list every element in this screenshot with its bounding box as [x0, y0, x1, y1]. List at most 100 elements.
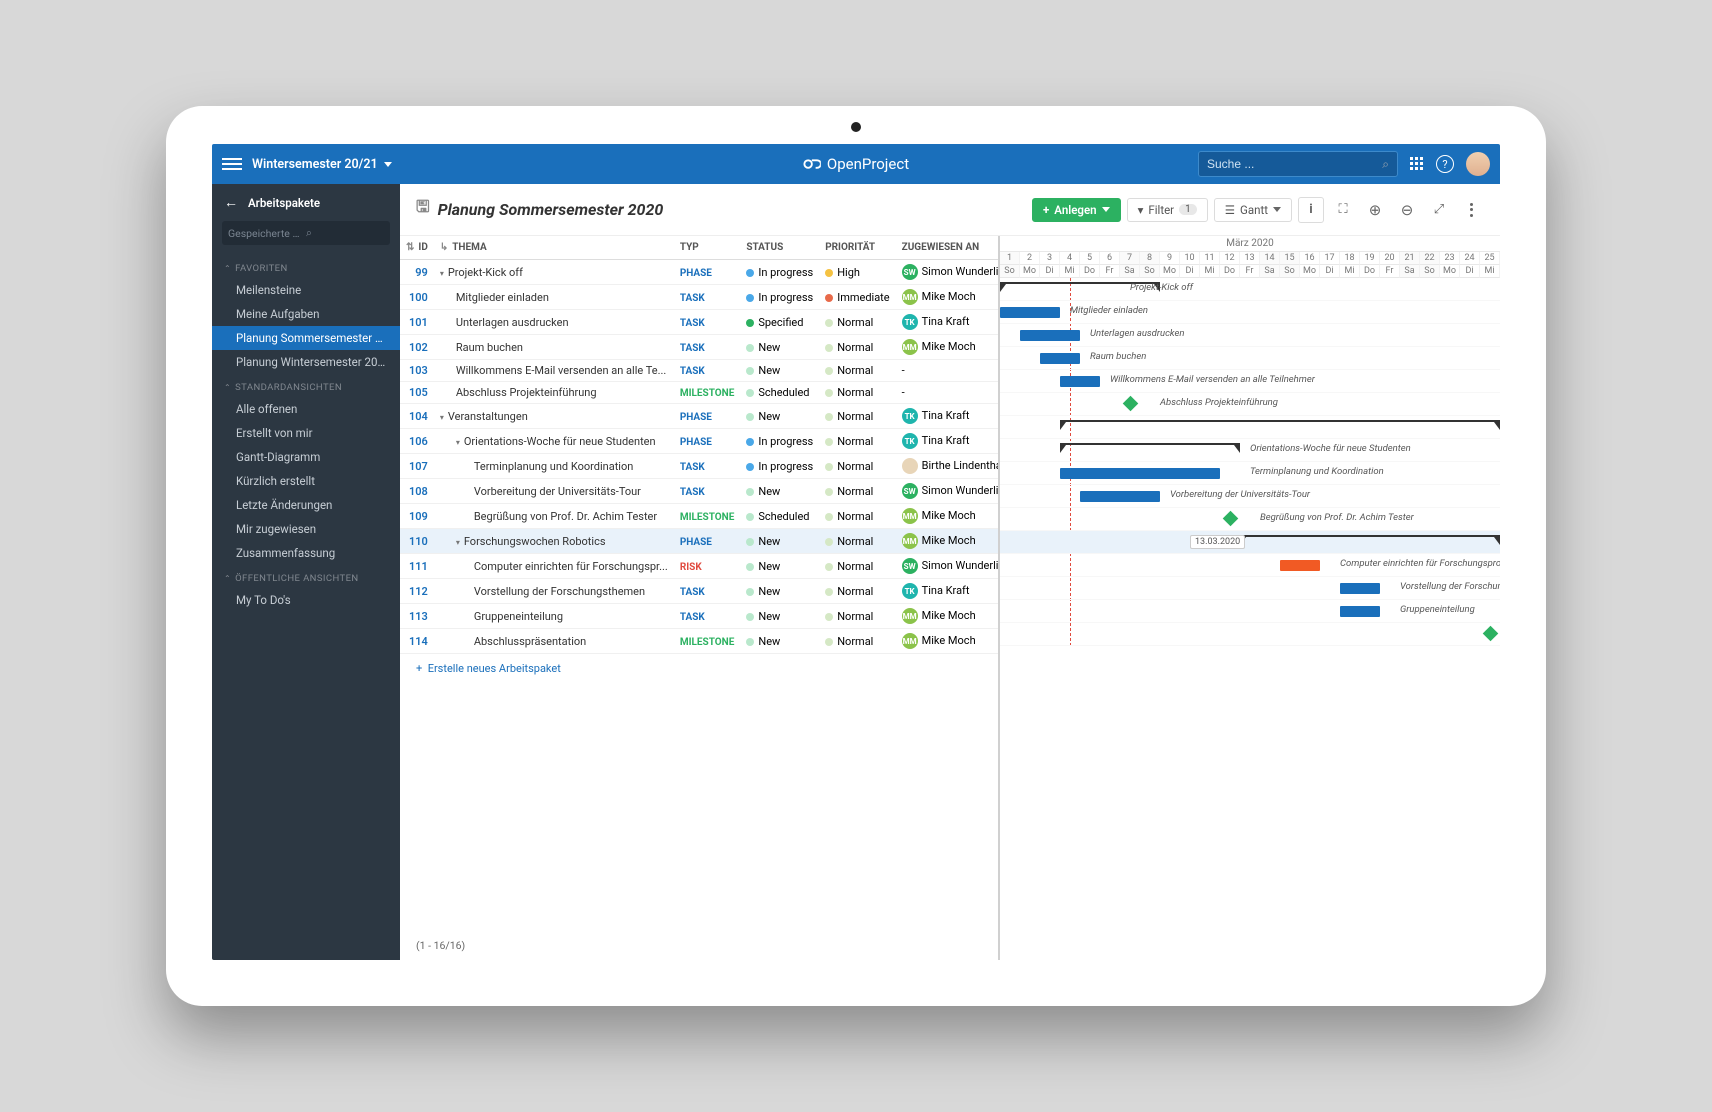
sidebar-group-title[interactable]: ⌃ STANDARDANSICHTEN [212, 374, 400, 397]
gantt-row[interactable]: Orientations-Woche für neue Studenten [1000, 439, 1500, 462]
gantt-phase-bracket[interactable] [1060, 443, 1240, 458]
gantt-row[interactable]: Computer einrichten für Forschungsprojek… [1000, 554, 1500, 577]
wp-subject[interactable]: ▾Projekt-Kick off [434, 260, 674, 285]
fullscreen-icon[interactable]: ⛶ [1330, 197, 1356, 223]
gantt-row[interactable]: Begrüßung von Prof. Dr. Achim Tester [1000, 508, 1500, 531]
gantt-bar[interactable] [1080, 491, 1160, 502]
saved-views-search[interactable]: Gespeicherte Ansichten d... ⌕ [222, 221, 390, 245]
save-icon[interactable]: 🖫 [416, 196, 430, 223]
gantt-row[interactable]: Willkommens E-Mail versenden an alle Tei… [1000, 370, 1500, 393]
gantt-row[interactable]: Unterlagen ausdrucken [1000, 324, 1500, 347]
wp-id[interactable]: 102 [400, 335, 434, 360]
gantt-row[interactable]: Vorbereitung der Universitäts-Tour [1000, 485, 1500, 508]
wp-subject[interactable]: Gruppeneinteilung [434, 604, 674, 629]
wp-subject[interactable]: Unterlagen ausdrucken [434, 310, 674, 335]
gantt-bar[interactable] [1040, 353, 1080, 364]
filter-button[interactable]: ▾ Filter 1 [1127, 198, 1208, 222]
table-row[interactable]: 113GruppeneinteilungTASKNewNormalMMMike … [400, 604, 1000, 629]
fit-icon[interactable]: ⤢ [1426, 197, 1452, 223]
gantt-milestone[interactable] [1483, 626, 1499, 642]
create-button[interactable]: + Anlegen [1032, 198, 1121, 222]
wp-id[interactable]: 103 [400, 360, 434, 382]
gantt-row[interactable]: Terminplanung und Koordination [1000, 462, 1500, 485]
sidebar-group-title[interactable]: ⌃ ÖFFENTLICHE ANSICHTEN [212, 565, 400, 588]
wp-id[interactable]: 99 [400, 260, 434, 285]
zoom-in-icon[interactable]: ⊕ [1362, 197, 1388, 223]
gantt-row[interactable]: Abschluss Projekteinführung [1000, 393, 1500, 416]
wp-id[interactable]: 113 [400, 604, 434, 629]
wp-id[interactable]: 100 [400, 285, 434, 310]
table-row[interactable]: 109Begrüßung von Prof. Dr. Achim TesterM… [400, 504, 1000, 529]
gantt-bar[interactable] [1060, 376, 1100, 387]
modules-icon[interactable] [1410, 157, 1424, 171]
search-input[interactable] [1207, 157, 1382, 171]
wp-subject[interactable]: Begrüßung von Prof. Dr. Achim Tester [434, 504, 674, 529]
wp-id[interactable]: 101 [400, 310, 434, 335]
more-icon[interactable] [1458, 197, 1484, 223]
sidebar-item[interactable]: Meilensteine [212, 278, 400, 302]
gantt-row[interactable] [1000, 623, 1500, 646]
global-search[interactable]: ⌕ [1198, 151, 1398, 177]
gantt-bar[interactable] [1000, 307, 1060, 318]
gantt-row[interactable]: Vorstellung der Forschungsthemen [1000, 577, 1500, 600]
table-row[interactable]: 101Unterlagen ausdruckenTASKSpecifiedNor… [400, 310, 1000, 335]
col-assignee[interactable]: ZUGEWIESEN AN [896, 236, 1000, 260]
gantt-bar[interactable] [1020, 330, 1080, 341]
sidebar-item[interactable]: Gantt-Diagramm [212, 445, 400, 469]
sidebar-item[interactable]: Meine Aufgaben [212, 302, 400, 326]
wp-subject[interactable]: Vorbereitung der Universitäts-Tour [434, 479, 674, 504]
zoom-out-icon[interactable]: ⊖ [1394, 197, 1420, 223]
wp-id[interactable]: 105 [400, 382, 434, 404]
sidebar-item[interactable]: Alle offenen [212, 397, 400, 421]
col-id[interactable]: ⇅ID [400, 236, 434, 260]
user-avatar[interactable] [1466, 152, 1490, 176]
help-icon[interactable]: ? [1436, 155, 1454, 173]
new-work-package-link[interactable]: + Erstelle neues Arbeitspaket [400, 654, 998, 683]
table-row[interactable]: 103Willkommens E-Mail versenden an alle … [400, 360, 1000, 382]
wp-subject[interactable]: Willkommens E-Mail versenden an alle Te.… [434, 360, 674, 382]
wp-subject[interactable]: Vorstellung der Forschungsthemen [434, 579, 674, 604]
gantt-bar[interactable] [1060, 468, 1220, 479]
table-row[interactable]: 108Vorbereitung der Universitäts-TourTAS… [400, 479, 1000, 504]
sidebar-item[interactable]: Erstellt von mir [212, 421, 400, 445]
gantt-milestone[interactable] [1223, 511, 1239, 527]
menu-icon[interactable] [222, 158, 242, 170]
table-row[interactable]: 100Mitglieder einladenTASKIn progressImm… [400, 285, 1000, 310]
wp-id[interactable]: 109 [400, 504, 434, 529]
gantt-row[interactable]: Gruppeneinteilung [1000, 600, 1500, 623]
sidebar-item[interactable]: Zusammenfassung [212, 541, 400, 565]
wp-id[interactable]: 107 [400, 454, 434, 479]
table-row[interactable]: 105Abschluss ProjekteinführungMILESTONES… [400, 382, 1000, 404]
table-row[interactable]: 106▾Orientations-Woche für neue Studente… [400, 429, 1000, 454]
gantt-row[interactable]: Mitglieder einladen [1000, 301, 1500, 324]
col-prio[interactable]: PRIORITÄT [819, 236, 895, 260]
wp-subject[interactable]: Mitglieder einladen [434, 285, 674, 310]
search-icon[interactable]: ⌕ [1382, 157, 1389, 172]
wp-subject[interactable]: Computer einrichten für Forschungspr... [434, 554, 674, 579]
col-thema[interactable]: ↳THEMA [434, 236, 674, 260]
wp-subject[interactable]: ▾Orientations-Woche für neue Studenten [434, 429, 674, 454]
gantt-row[interactable]: 13.03.2020 [1000, 531, 1500, 554]
project-selector[interactable]: Wintersemester 20/21 [252, 157, 392, 172]
wp-subject[interactable]: ▾Veranstaltungen [434, 404, 674, 429]
gantt-chart[interactable]: März 2020 123456789101112131415161718192… [1000, 236, 1500, 960]
brand-logo[interactable]: OpenProject [803, 155, 909, 173]
table-row[interactable]: 111Computer einrichten für Forschungspr.… [400, 554, 1000, 579]
wp-id[interactable]: 110 [400, 529, 434, 554]
sidebar-group-title[interactable]: ⌃ FAVORITEN [212, 255, 400, 278]
table-row[interactable]: 104▾VeranstaltungenPHASENewNormalTKTina … [400, 404, 1000, 429]
gantt-bar[interactable] [1340, 606, 1380, 617]
wp-subject[interactable]: Abschluss Projekteinführung [434, 382, 674, 404]
table-row[interactable]: 114AbschlusspräsentationMILESTONENewNorm… [400, 629, 1000, 654]
info-icon[interactable]: i [1298, 197, 1324, 223]
sidebar-item[interactable]: Planung Wintersemester 20/21 [212, 350, 400, 374]
sidebar-item[interactable]: Mir zugewiesen [212, 517, 400, 541]
col-status[interactable]: STATUS [740, 236, 819, 260]
table-row[interactable]: 110▾Forschungswochen RoboticsPHASENewNor… [400, 529, 1000, 554]
table-row[interactable]: 112Vorstellung der ForschungsthemenTASKN… [400, 579, 1000, 604]
wp-id[interactable]: 108 [400, 479, 434, 504]
gantt-milestone[interactable] [1123, 396, 1139, 412]
wp-id[interactable]: 112 [400, 579, 434, 604]
gantt-bar[interactable] [1280, 560, 1320, 571]
col-typ[interactable]: TYP [674, 236, 741, 260]
